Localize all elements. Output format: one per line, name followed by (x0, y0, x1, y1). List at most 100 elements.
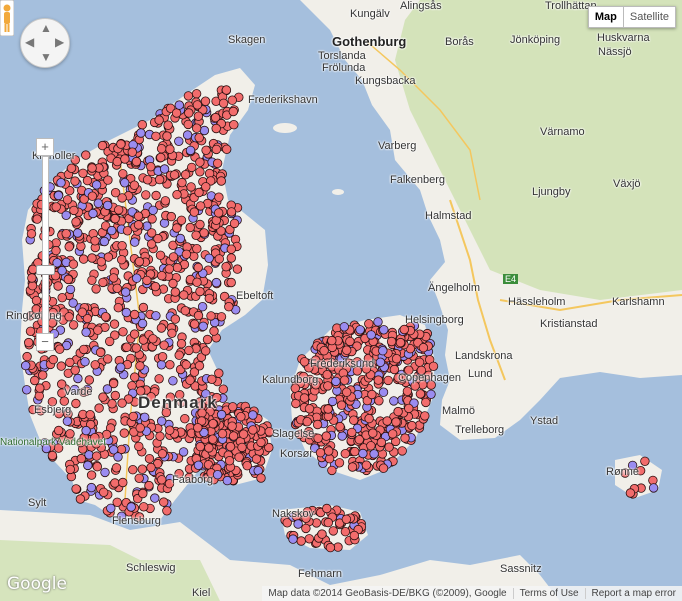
location-marker[interactable] (131, 343, 142, 353)
location-marker[interactable] (85, 410, 95, 420)
location-marker[interactable] (189, 319, 200, 329)
location-marker[interactable] (182, 130, 193, 140)
location-marker[interactable] (55, 344, 65, 354)
location-marker[interactable] (157, 352, 168, 362)
location-marker[interactable] (207, 374, 217, 385)
location-marker[interactable] (56, 177, 66, 188)
location-marker[interactable] (174, 100, 185, 110)
location-marker[interactable] (135, 361, 145, 371)
location-marker[interactable] (299, 393, 310, 403)
location-marker[interactable] (115, 362, 126, 373)
location-marker[interactable] (625, 488, 636, 498)
location-marker[interactable] (337, 431, 347, 441)
location-marker[interactable] (170, 287, 181, 297)
location-marker[interactable] (350, 446, 360, 457)
location-marker[interactable] (156, 143, 167, 154)
location-marker[interactable] (327, 396, 338, 407)
location-marker[interactable] (204, 293, 215, 304)
location-marker[interactable] (414, 357, 425, 368)
location-marker[interactable] (204, 443, 214, 453)
location-marker[interactable] (111, 463, 122, 473)
map-type-map-button[interactable]: Map (587, 6, 624, 28)
location-marker[interactable] (323, 404, 333, 414)
location-marker[interactable] (27, 273, 37, 283)
location-marker[interactable] (428, 361, 439, 372)
location-marker[interactable] (156, 416, 167, 426)
location-marker[interactable] (135, 423, 145, 433)
location-marker[interactable] (78, 254, 89, 264)
location-marker[interactable] (66, 163, 77, 174)
location-marker[interactable] (134, 473, 144, 484)
location-marker[interactable] (313, 433, 323, 444)
location-marker[interactable] (65, 284, 76, 295)
location-marker[interactable] (129, 180, 140, 190)
location-marker[interactable] (139, 412, 150, 423)
location-marker[interactable] (216, 409, 227, 420)
location-marker[interactable] (176, 215, 187, 226)
location-marker[interactable] (395, 337, 406, 348)
location-marker[interactable] (110, 213, 120, 224)
location-marker[interactable] (193, 262, 203, 273)
location-marker[interactable] (113, 303, 124, 313)
location-marker[interactable] (366, 441, 376, 451)
location-marker[interactable] (144, 454, 155, 464)
location-marker[interactable] (339, 322, 350, 332)
location-marker[interactable] (91, 284, 101, 294)
location-marker[interactable] (68, 298, 78, 308)
location-marker[interactable] (110, 187, 121, 198)
location-marker[interactable] (199, 228, 209, 238)
location-marker[interactable] (35, 383, 45, 393)
location-marker[interactable] (340, 449, 351, 459)
location-marker[interactable] (146, 462, 156, 473)
location-marker[interactable] (256, 437, 266, 448)
location-marker[interactable] (179, 290, 189, 300)
location-marker[interactable] (150, 493, 160, 503)
location-marker[interactable] (129, 237, 140, 247)
location-marker[interactable] (194, 361, 205, 371)
location-marker[interactable] (200, 96, 211, 106)
location-marker[interactable] (186, 162, 197, 173)
location-marker[interactable] (142, 175, 153, 185)
zoom-slider-thumb[interactable] (36, 265, 55, 275)
location-marker[interactable] (212, 470, 223, 480)
location-marker[interactable] (168, 278, 178, 289)
location-marker[interactable] (57, 265, 67, 276)
location-marker[interactable] (175, 233, 186, 244)
location-marker[interactable] (78, 168, 88, 179)
location-marker[interactable] (323, 517, 334, 528)
location-marker[interactable] (90, 360, 100, 370)
location-marker[interactable] (180, 169, 191, 180)
zoom-in-icon[interactable]: + (36, 138, 54, 156)
location-marker[interactable] (157, 271, 167, 281)
location-marker[interactable] (93, 198, 104, 208)
location-marker[interactable] (322, 370, 332, 380)
location-marker[interactable] (122, 226, 133, 236)
location-marker[interactable] (109, 319, 120, 329)
location-marker[interactable] (304, 534, 315, 544)
location-marker[interactable] (137, 119, 148, 130)
location-marker[interactable] (225, 441, 236, 452)
location-marker[interactable] (47, 450, 58, 461)
location-marker[interactable] (165, 360, 175, 370)
location-marker[interactable] (199, 125, 210, 136)
location-marker[interactable] (224, 456, 235, 466)
location-marker[interactable] (134, 441, 144, 452)
location-marker[interactable] (171, 108, 182, 118)
location-marker[interactable] (118, 327, 128, 337)
location-marker[interactable] (256, 473, 266, 483)
location-marker[interactable] (71, 217, 81, 227)
location-marker[interactable] (384, 442, 394, 452)
location-marker[interactable] (117, 240, 127, 251)
location-marker[interactable] (378, 463, 389, 473)
location-marker[interactable] (22, 385, 32, 395)
location-marker[interactable] (242, 461, 252, 471)
location-marker[interactable] (151, 131, 161, 142)
location-marker[interactable] (150, 281, 161, 292)
location-marker[interactable] (118, 169, 128, 179)
location-marker[interactable] (192, 277, 202, 288)
location-marker[interactable] (340, 527, 351, 537)
location-marker[interactable] (226, 277, 236, 288)
location-marker[interactable] (127, 147, 138, 157)
location-marker[interactable] (400, 433, 410, 443)
location-marker[interactable] (366, 330, 376, 340)
